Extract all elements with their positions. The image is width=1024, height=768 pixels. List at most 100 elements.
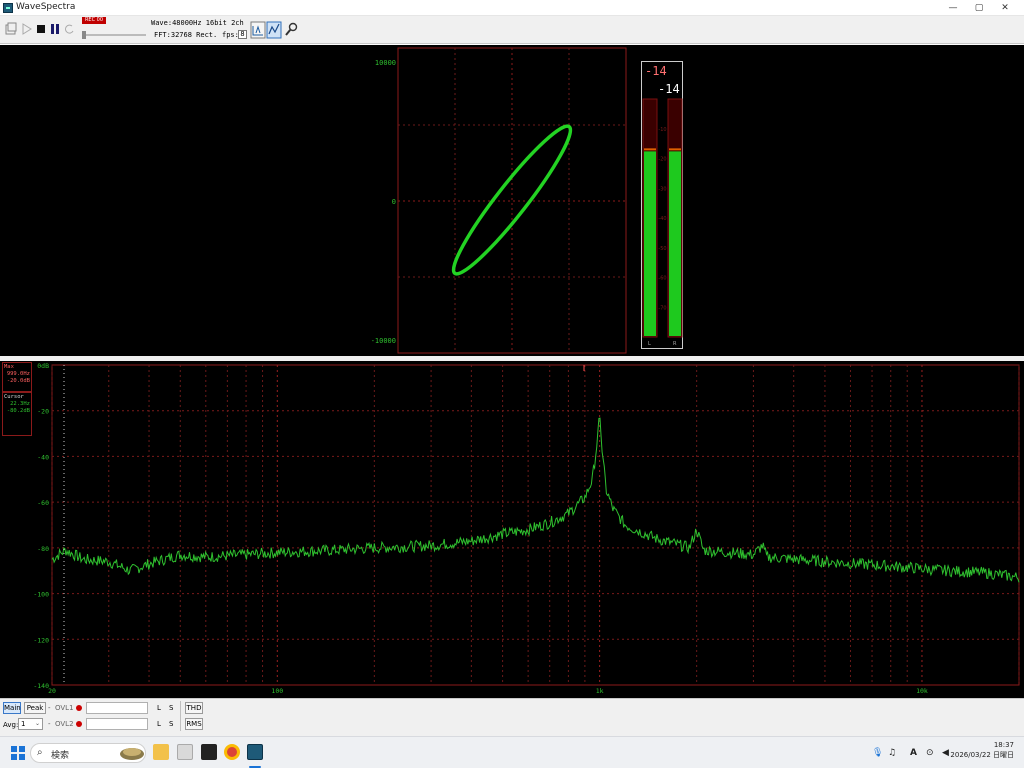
clock-date: 2026/03/22 日曜日 (950, 751, 1014, 759)
main-button[interactable]: Main (3, 702, 21, 714)
meter-scale-label: -20 (658, 157, 666, 163)
wavespectra-taskbar-icon[interactable] (247, 744, 263, 760)
spectrum-xtick-label: 100 (271, 687, 283, 695)
spectrum-ytick-label: -20 (37, 408, 49, 416)
meter-scale-label: -30 (658, 186, 666, 192)
stop-icon[interactable] (35, 22, 47, 36)
ime-indicator-icon[interactable]: A (910, 748, 917, 758)
close-button[interactable]: ✕ (992, 1, 1018, 15)
lissajous-ytick-mid: 0 (392, 198, 396, 206)
max-label: Max (4, 364, 14, 370)
bottom-controls: Main Peak - OVL1 L S THD Avg: 1 ⌄ - OVL2… (0, 698, 1024, 736)
wave-setting-icon[interactable] (250, 21, 266, 39)
spectrum-xtick-label: 10k (916, 687, 928, 695)
spectrum-ytick-label: -140 (33, 682, 49, 690)
position-slider-knob[interactable] (82, 31, 86, 39)
ovl1-s-toggle[interactable]: S (169, 704, 173, 712)
media-player-icon[interactable] (177, 744, 193, 760)
ovl2-label: OVL2 (55, 720, 74, 728)
left-peak-hold (644, 148, 656, 151)
avg-select-value: 1 (21, 720, 26, 728)
open-file-icon[interactable] (4, 22, 18, 36)
left-peak-value: -14 (645, 64, 667, 78)
rms-button[interactable]: RMS (185, 718, 203, 730)
max-frequency: 999.0Hz (6, 371, 30, 377)
ovl1-label: OVL1 (55, 704, 74, 712)
right-meter-fill (669, 151, 681, 336)
avg-label: Avg: (3, 721, 19, 729)
avg-select[interactable]: 1 ⌄ (18, 718, 43, 730)
toolbar: REC 00 Wave:48000Hz 16bit 2ch FFT:32768 … (0, 16, 1024, 44)
spectrum-pane: 0dB -20 -40 -60 -80 -100 -120 -140 20 100 1k 10k M… (0, 361, 1024, 698)
notification-status-icon[interactable]: ⊙ (926, 748, 934, 758)
pause-icon[interactable] (49, 22, 61, 36)
play-icon[interactable] (21, 22, 33, 36)
chevron-down-icon: ⌄ (34, 720, 40, 727)
spectrum-series-line (51, 417, 1020, 583)
settings-wrench-icon[interactable] (283, 21, 299, 39)
lissajous-panel: 10000 0 -10000 (371, 47, 627, 354)
search-highlight-icon (120, 748, 144, 760)
terminal-icon[interactable] (201, 744, 217, 760)
spectrum-ytick-label: -60 (37, 499, 49, 507)
spectrum-frame (51, 364, 1020, 686)
minimize-button[interactable]: — (940, 1, 966, 15)
meter-scale-label: -40 (658, 216, 666, 222)
ovl1-l-toggle[interactable]: L (157, 704, 161, 712)
position-slider-track[interactable] (82, 34, 146, 36)
spectrum-ytick-label: -40 (37, 453, 49, 461)
record-level-indicator: REC 00 (82, 17, 106, 24)
ovl2-s-toggle[interactable]: S (169, 720, 173, 728)
lissajous-ytick-top: 10000 (375, 59, 396, 67)
bottom-divider (180, 701, 181, 731)
meter-scale-label: -70 (658, 305, 666, 311)
ovl2-field[interactable] (86, 718, 148, 730)
max-readout: Max 999.0Hz -20.0dB (2, 362, 32, 392)
right-peak-hold (669, 148, 681, 151)
ovl2-l-toggle[interactable]: L (157, 720, 161, 728)
file-explorer-icon[interactable] (153, 744, 169, 760)
spectrum-xtick-label: 1k (596, 687, 604, 695)
window-title: WaveSpectra (16, 2, 76, 12)
cursor-label: Cursor (4, 394, 24, 400)
title-bar: WaveSpectra — ▢ ✕ (0, 0, 1024, 16)
search-placeholder: 検索 (51, 751, 70, 761)
meter-scale-label: -60 (658, 276, 666, 282)
spectrum-xtick-label: 20 (48, 687, 56, 695)
left-meter-fill (644, 151, 656, 336)
record-icon[interactable] (63, 22, 75, 36)
maximize-button[interactable]: ▢ (966, 1, 992, 15)
windows-start-icon[interactable] (10, 745, 26, 761)
taskbar-search[interactable]: ⌕ 検索 (30, 743, 146, 763)
clock-time: 18:37 (993, 741, 1014, 749)
fps-label: fps: (222, 31, 239, 39)
separator-dash-1: - (48, 704, 51, 712)
taskbar: ⌕ 検索 🎙 ♫ A ⊙ ◀ 18:37 2026/03/22 日曜日 (0, 736, 1024, 768)
upper-pane: 10000 0 -10000 -14 -14 -10 -20 -30 -40 -50 -6… (0, 45, 1024, 356)
search-icon: ⌕ (37, 747, 43, 758)
microphone-icon[interactable]: 🎙 (872, 748, 883, 758)
peak-button[interactable]: Peak (24, 702, 46, 714)
meter-scale-label: -50 (658, 246, 666, 252)
left-channel-label: L (648, 341, 651, 347)
speaker-icon[interactable]: ◀ (942, 748, 949, 758)
level-meter: -14 -14 -10 -20 -30 -40 -50 -60 -70 L R (641, 61, 683, 349)
ovl1-led (76, 705, 82, 711)
wavespectra-app-icon (3, 3, 13, 13)
right-peak-value: -14 (658, 82, 680, 96)
fps-value[interactable]: 8 (238, 30, 247, 39)
right-channel-label: R (673, 341, 677, 347)
taskbar-clock[interactable]: 18:37 2026/03/22 日曜日 (950, 740, 1014, 760)
spectrum-ytick-label: -80 (37, 545, 49, 553)
cursor-readout: Cursor 22.3Hz -80.2dB (2, 392, 32, 436)
spectrum-chart[interactable]: 0dB -20 -40 -60 -80 -100 -120 -140 20 100 1k 10k (0, 361, 1024, 698)
meter-scale-label: -10 (658, 127, 666, 133)
spectrum-ytick-label: -120 (33, 636, 49, 644)
spectrum-setting-icon[interactable] (266, 21, 282, 39)
separator-dash-2: - (48, 720, 51, 728)
ovl1-field[interactable] (86, 702, 148, 714)
chrome-icon[interactable] (224, 744, 240, 760)
headset-icon[interactable]: ♫ (888, 748, 896, 758)
thd-button[interactable]: THD (185, 702, 203, 714)
fft-info: FFT:32768 Rect. (154, 31, 218, 39)
